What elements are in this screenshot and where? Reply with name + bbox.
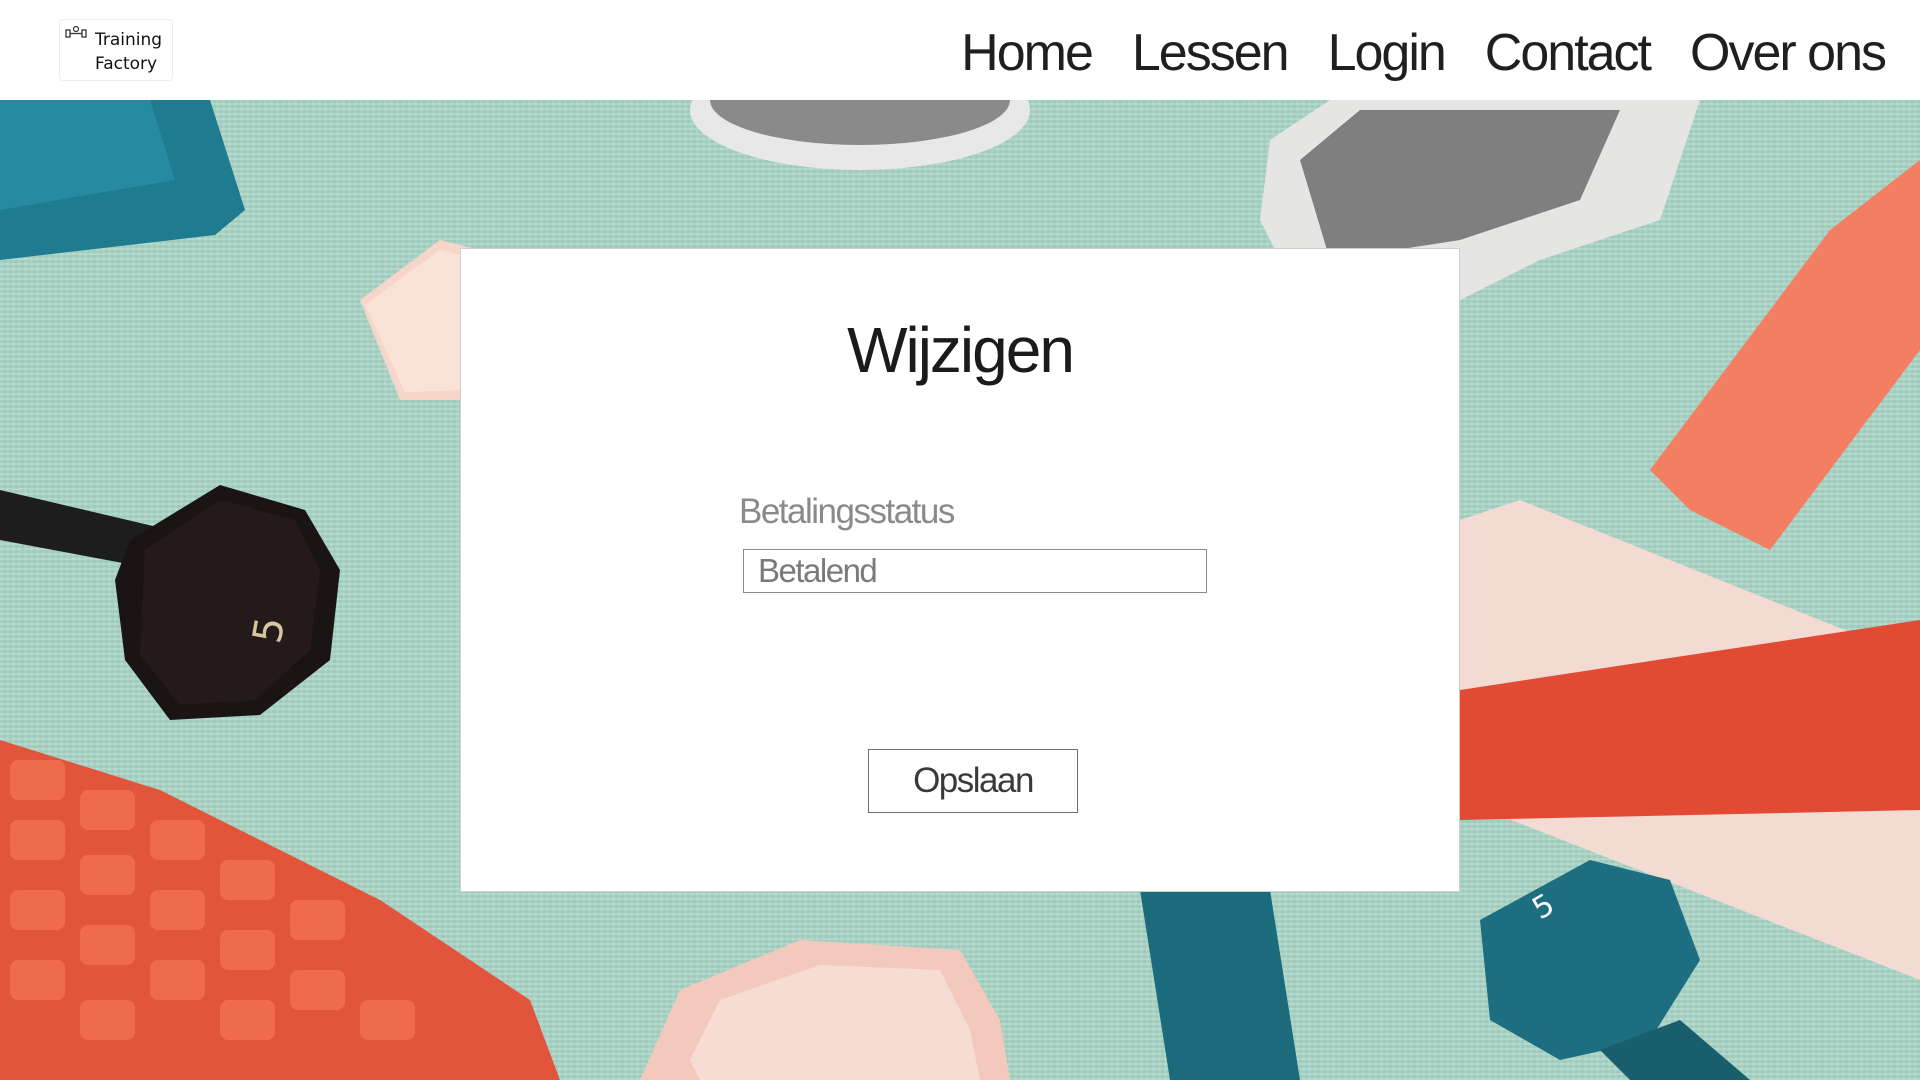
brand-line-2: Factory: [95, 54, 158, 74]
brand-logo[interactable]: Training Factory: [59, 19, 173, 81]
payment-status-label: Betalingsstatus: [739, 492, 955, 531]
main-nav: Home Lessen Login Contact Over ons: [961, 18, 1887, 88]
nav-lessen[interactable]: Lessen: [1132, 18, 1290, 88]
brand-line-1: Training: [95, 30, 163, 50]
payment-status-input[interactable]: [743, 549, 1207, 593]
nav-over-ons[interactable]: Over ons: [1690, 18, 1887, 88]
brand-name: Training Factory: [95, 28, 162, 76]
nav-contact[interactable]: Contact: [1485, 18, 1652, 88]
page-title: Wijzigen: [847, 314, 1075, 386]
nav-login[interactable]: Login: [1328, 18, 1447, 88]
edit-form-card: Wijzigen Betalingsstatus Opslaan: [460, 248, 1460, 892]
dumbbell-icon: [65, 25, 87, 38]
save-button[interactable]: Opslaan: [868, 749, 1078, 813]
nav-home[interactable]: Home: [961, 18, 1094, 88]
site-header: Training Factory Home Lessen Login Conta…: [0, 0, 1920, 100]
